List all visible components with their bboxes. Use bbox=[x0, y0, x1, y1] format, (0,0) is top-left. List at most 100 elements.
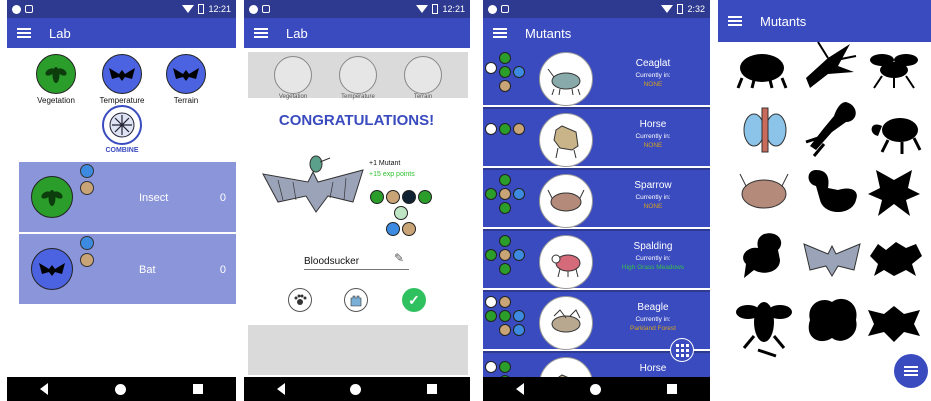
nav-bar bbox=[7, 377, 236, 401]
tree-icon bbox=[370, 190, 384, 204]
phone-lab-congrats: 12:21 Lab Vegetation Temperature Terrain… bbox=[244, 0, 470, 401]
recents-icon[interactable] bbox=[427, 384, 438, 394]
category-label: Temperature bbox=[341, 94, 375, 100]
category-circle bbox=[404, 56, 442, 94]
grid-view-button[interactable] bbox=[670, 338, 694, 362]
category-vegetation[interactable]: Vegetation bbox=[21, 54, 91, 105]
clock: 2:32 bbox=[687, 4, 705, 14]
menu-icon[interactable] bbox=[254, 28, 268, 38]
wifi-icon bbox=[661, 5, 674, 13]
insect-icon bbox=[36, 54, 76, 94]
currently-in-label: Currently in: bbox=[635, 133, 671, 140]
tree-icon bbox=[499, 174, 511, 186]
silhouette-tile[interactable] bbox=[802, 160, 862, 222]
mutant-name: Beagle bbox=[637, 302, 669, 313]
leaf-icon bbox=[485, 188, 497, 200]
paw-button[interactable] bbox=[288, 288, 312, 312]
congrats-heading: CONGRATULATIONS! bbox=[278, 112, 435, 129]
bat-icon bbox=[31, 248, 73, 290]
mutant-location: High Grass Meadows bbox=[621, 264, 685, 271]
category-label: Vegetation bbox=[37, 96, 75, 105]
back-icon[interactable] bbox=[276, 383, 285, 395]
menu-icon[interactable] bbox=[728, 16, 742, 26]
app-bar: Mutants bbox=[718, 0, 931, 42]
back-icon[interactable] bbox=[40, 383, 49, 395]
home-icon[interactable] bbox=[114, 383, 126, 395]
home-icon[interactable] bbox=[350, 383, 362, 395]
currently-in-label: Currently in: bbox=[635, 194, 671, 201]
silhouette-tile[interactable] bbox=[732, 42, 792, 90]
slot-insect[interactable]: Insect 0 bbox=[19, 162, 236, 232]
list-item[interactable]: Spalding Currently in: High Grass Meadow… bbox=[483, 231, 710, 290]
dimmed-footer bbox=[248, 325, 468, 375]
grass-icon bbox=[499, 310, 511, 322]
silhouette-tile[interactable] bbox=[864, 296, 924, 346]
nav-bar bbox=[244, 377, 470, 401]
silhouette-tile-discovered[interactable] bbox=[802, 236, 862, 280]
silhouette-tile[interactable] bbox=[864, 42, 924, 90]
currently-in-label: Currently in: bbox=[635, 72, 671, 79]
silhouette-tile[interactable] bbox=[734, 228, 794, 284]
back-icon[interactable] bbox=[516, 383, 524, 395]
recents-icon[interactable] bbox=[192, 384, 203, 394]
trait-icons bbox=[485, 52, 535, 102]
trait-icons bbox=[485, 296, 535, 346]
screenshot-collage: 12:21 Lab Vegetation Temperature Terrain bbox=[0, 0, 931, 401]
edit-pencil-icon[interactable]: ✎ bbox=[394, 251, 404, 265]
silhouette-tile[interactable] bbox=[802, 292, 862, 348]
combine-button[interactable]: COMBINE bbox=[87, 105, 157, 154]
sd-card-icon bbox=[501, 5, 509, 13]
silhouette-tile[interactable] bbox=[864, 166, 924, 220]
mountain-icon bbox=[513, 123, 525, 135]
category-label: Temperature bbox=[99, 96, 145, 105]
silhouette-tile-discovered[interactable] bbox=[738, 164, 790, 218]
menu-icon[interactable] bbox=[17, 28, 31, 38]
page-title: Lab bbox=[286, 25, 308, 41]
wind-icon bbox=[513, 310, 525, 322]
silhouette-tile[interactable] bbox=[798, 38, 858, 92]
silhouette-tile[interactable] bbox=[802, 98, 862, 160]
mutant-drawing-bat-mosquito bbox=[262, 155, 364, 213]
battery-icon bbox=[432, 4, 439, 14]
tree-icon bbox=[499, 235, 511, 247]
category-circle bbox=[339, 56, 377, 94]
slot-count: 0 bbox=[219, 192, 226, 204]
confirm-button[interactable]: ✓ bbox=[402, 288, 426, 312]
silhouette-tile[interactable] bbox=[736, 292, 792, 358]
list-item[interactable]: Sparrow Currently in: NONE bbox=[483, 170, 710, 229]
silhouette-tile[interactable] bbox=[864, 232, 924, 282]
habitat-button[interactable] bbox=[344, 288, 368, 312]
silhouette-tile-discovered[interactable] bbox=[740, 100, 790, 160]
clock: 12:21 bbox=[208, 4, 231, 14]
wind-icon bbox=[513, 188, 525, 200]
mutant-name: Ceaglat bbox=[635, 58, 671, 69]
recents-icon[interactable] bbox=[667, 384, 677, 394]
palm-icon bbox=[499, 296, 511, 308]
combine-icon bbox=[102, 105, 142, 145]
mountain-icon bbox=[499, 324, 511, 336]
category-terrain[interactable]: Terrain bbox=[151, 54, 221, 105]
slot-bat[interactable]: Bat 0 bbox=[19, 234, 236, 304]
category-temperature[interactable]: Temperature bbox=[87, 54, 157, 105]
list-view-button[interactable] bbox=[894, 354, 928, 388]
leaf-icon bbox=[485, 249, 497, 261]
menu-icon[interactable] bbox=[493, 28, 507, 38]
mutant-name: Sparrow bbox=[634, 180, 672, 191]
fire-icon bbox=[485, 62, 497, 74]
mutant-location: NONE bbox=[643, 203, 663, 210]
fire-icon bbox=[485, 361, 497, 373]
mutant-list: Ceaglat Currently in: NONE Horse Current… bbox=[483, 48, 710, 401]
silhouette-tile[interactable] bbox=[864, 106, 924, 156]
mutant-avatar bbox=[539, 52, 593, 106]
trait-icons bbox=[485, 174, 535, 224]
list-item[interactable]: Ceaglat Currently in: NONE bbox=[483, 48, 710, 107]
grass-icon bbox=[499, 263, 511, 275]
home-icon[interactable] bbox=[590, 383, 601, 395]
list-item[interactable]: Horse Currently in: NONE bbox=[483, 109, 710, 168]
wifi-icon bbox=[416, 5, 429, 13]
combine-label: COMBINE bbox=[105, 147, 139, 154]
exp-gain-text: +15 exp points bbox=[369, 171, 415, 178]
mutant-location: Parkland Forest bbox=[630, 325, 676, 332]
app-bar: Lab bbox=[244, 18, 470, 48]
leaf-icon bbox=[499, 123, 511, 135]
